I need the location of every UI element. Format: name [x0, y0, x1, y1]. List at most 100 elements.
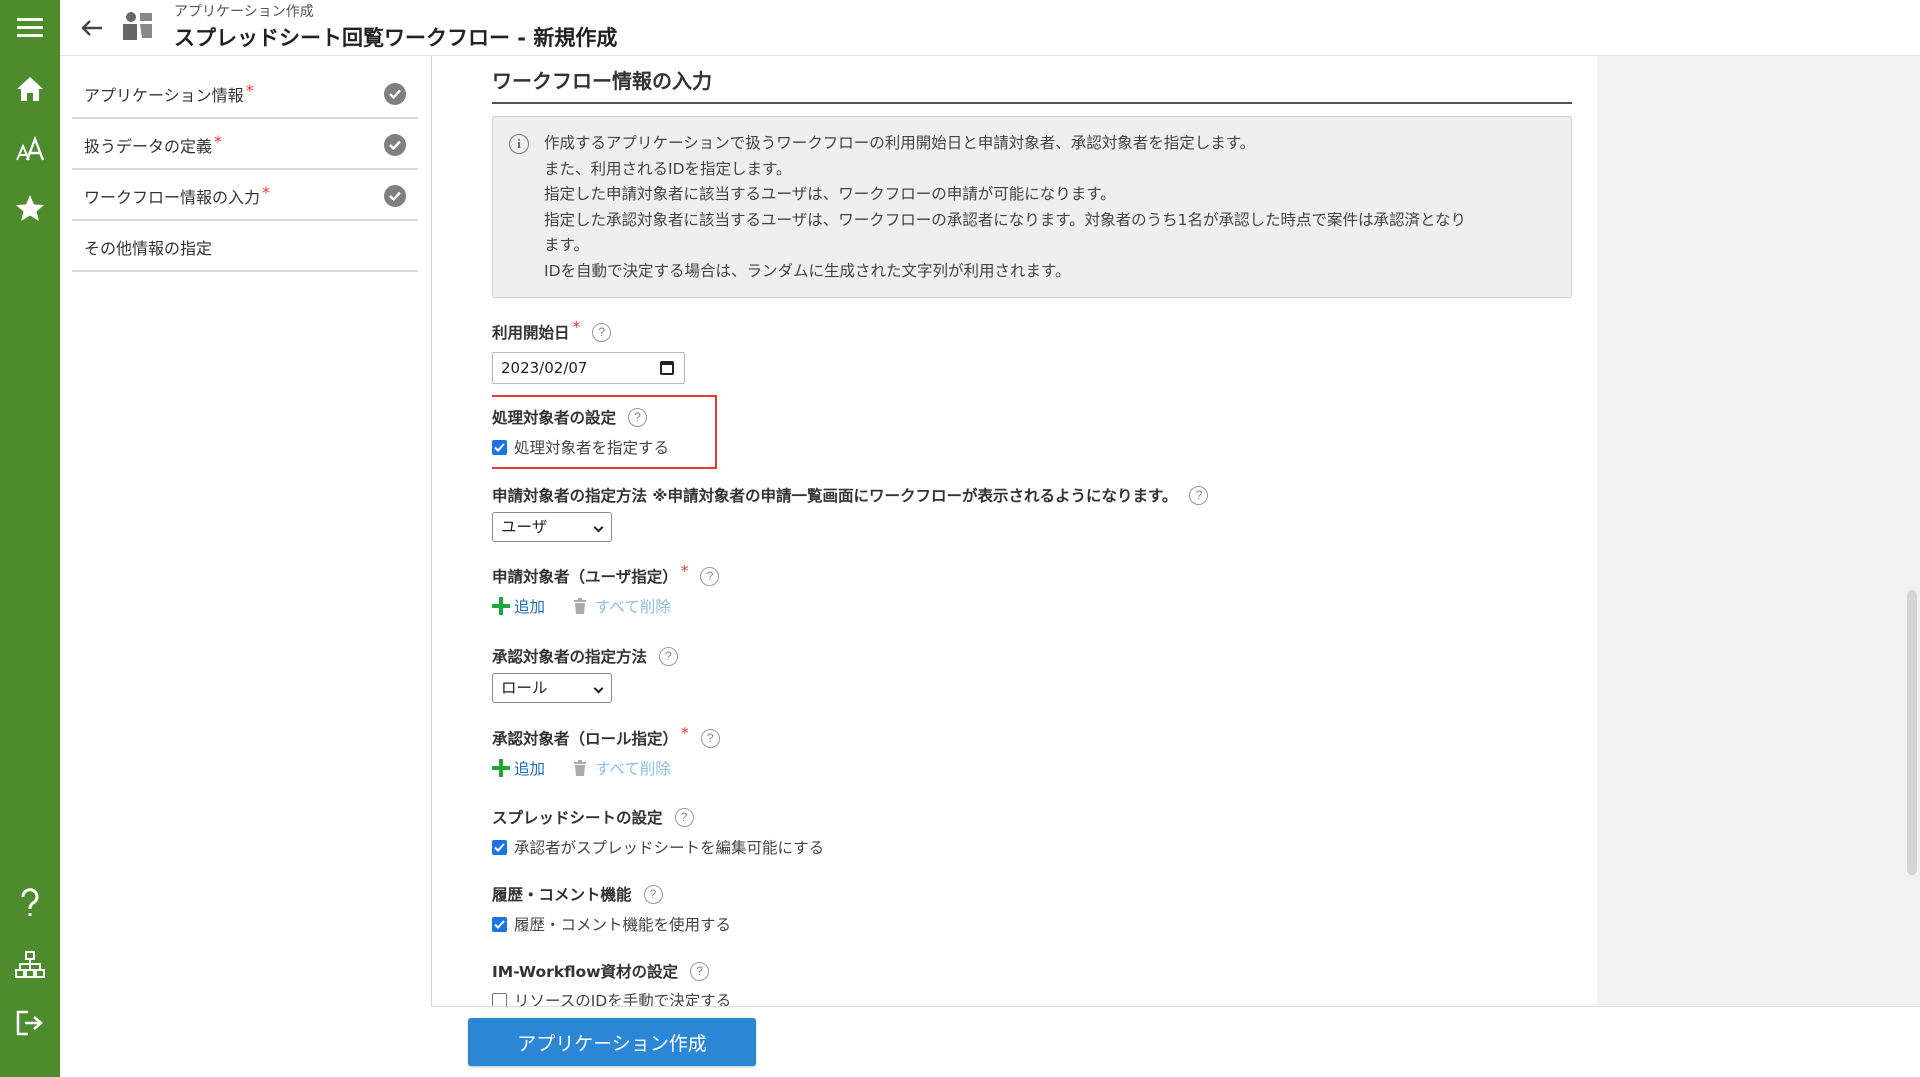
required-mark: *: [214, 132, 223, 151]
required-mark: *: [262, 183, 271, 202]
create-application-button[interactable]: アプリケーション作成: [468, 1018, 756, 1066]
chevron-down-icon: [593, 683, 604, 694]
help-icon[interactable]: ?: [643, 884, 663, 904]
step-workflow-info[interactable]: ワークフロー情報の入力 *: [72, 170, 418, 221]
check-circle-icon: [384, 185, 406, 207]
plus-icon: [492, 597, 510, 615]
info-line: IDを自動で決定する場合は、ランダムに生成された文字列が利用されます。: [544, 261, 1071, 280]
applicant-method-label: 申請対象者の指定方法 ※申請対象者の申請一覧画面にワークフローが表示されるように…: [492, 484, 1209, 506]
app-header: アプリケーション作成 スプレッドシート回覧ワークフロー - 新規作成: [60, 0, 1920, 56]
help-icon[interactable]: ?: [628, 407, 648, 427]
help-icon[interactable]: ?: [690, 961, 710, 981]
help-icon[interactable]: ?: [1189, 485, 1209, 505]
help-icon[interactable]: ?: [700, 566, 720, 586]
right-margin: [1597, 56, 1920, 1006]
info-icon: i: [509, 134, 529, 154]
checkbox-checked[interactable]: [492, 916, 507, 932]
approver-actions: 追加 すべて削除: [492, 757, 671, 779]
field-label-text: 履歴・コメント機能: [492, 886, 632, 904]
step-other-info[interactable]: その他情報の指定: [72, 221, 418, 272]
help-icon[interactable]: ?: [659, 646, 679, 666]
step-label: その他情報の指定: [84, 239, 213, 258]
left-rail: [0, 0, 60, 1077]
step-data-definition[interactable]: 扱うデータの定義 *: [72, 119, 418, 170]
home-icon[interactable]: [0, 64, 60, 114]
step-app-info[interactable]: アプリケーション情報 *: [72, 68, 418, 119]
help-icon[interactable]: ?: [674, 807, 694, 827]
scrollbar[interactable]: [1907, 590, 1917, 875]
approver-method-select[interactable]: ロール: [492, 673, 612, 703]
checkbox-unchecked[interactable]: [492, 992, 507, 1006]
help-icon[interactable]: ?: [700, 728, 720, 748]
trash-icon: [574, 760, 587, 776]
calendar-icon[interactable]: [660, 361, 674, 375]
step-label: アプリケーション情報: [84, 86, 244, 105]
back-arrow-icon[interactable]: [76, 12, 108, 44]
im-workflow-label: IM-Workflow資材の設定?: [492, 960, 710, 982]
add-label: 追加: [514, 598, 546, 616]
spreadsheet-setting-label: スプレッドシートの設定?: [492, 806, 694, 828]
checkbox-label: リソースのIDを手動で決定する: [514, 992, 732, 1006]
approver-method-label: 承認対象者の指定方法?: [492, 645, 679, 667]
info-line: また、利用されるIDを指定します。: [544, 159, 792, 178]
sitemap-icon[interactable]: [0, 940, 60, 990]
info-text: 作成するアプリケーションで扱うワークフローの利用開始日と申請対象者、承認対象者を…: [544, 131, 1466, 284]
info-line: 指定した承認対象者に該当するユーザは、ワークフローの承認者になります。対象者のう…: [544, 210, 1467, 229]
app-builder-icon: [120, 8, 156, 44]
im-workflow-checkbox-row[interactable]: リソースのIDを手動で決定する: [492, 989, 731, 1006]
step-label-wrapper: アプリケーション情報 *: [84, 81, 254, 106]
logout-icon[interactable]: [0, 998, 60, 1048]
checkbox-checked[interactable]: [492, 439, 507, 455]
delete-all-label: すべて削除: [595, 760, 671, 778]
applicant-actions: 追加 すべて削除: [492, 595, 671, 617]
delete-all-label: すべて削除: [595, 598, 671, 616]
history-comment-label: 履歴・コメント機能?: [492, 883, 663, 905]
required-mark: *: [681, 724, 689, 742]
checkbox-checked[interactable]: [492, 839, 507, 855]
add-approver-button[interactable]: 追加: [492, 757, 545, 779]
delete-all-applicants-button[interactable]: すべて削除: [573, 595, 671, 617]
step-navigation: アプリケーション情報 * 扱うデータの定義 * ワークフロー情報の入力 * その他情報…: [72, 68, 418, 272]
chevron-down-icon: [593, 522, 604, 533]
menu-icon[interactable]: [0, 2, 60, 52]
checkbox-label: 履歴・コメント機能を使用する: [514, 916, 732, 934]
page-title: スプレッドシート回覧ワークフロー - 新規作成: [174, 26, 618, 50]
add-applicant-button[interactable]: 追加: [492, 595, 545, 617]
field-label-text: IM-Workflow資材の設定: [492, 963, 679, 981]
field-label-text: 承認対象者の指定方法: [492, 648, 648, 666]
step-label-wrapper: 扱うデータの定義 *: [84, 132, 223, 157]
check-circle-icon: [384, 134, 406, 156]
header-breadcrumb: アプリケーション作成: [174, 4, 314, 20]
help-icon[interactable]: [0, 878, 60, 928]
section-title: ワークフロー情報の入力: [492, 65, 1572, 104]
info-line: 指定した申請対象者に該当するユーザは、ワークフローの申請が可能になります。: [544, 185, 1116, 203]
start-date-label: 利用開始日 *?: [492, 318, 612, 343]
applicant-method-select[interactable]: ユーザ: [492, 512, 612, 542]
info-box: i 作成するアプリケーションで扱うワークフローの利用開始日と申請対象者、承認対象…: [492, 116, 1572, 298]
step-label-wrapper: ワークフロー情報の入力 *: [84, 183, 271, 208]
spreadsheet-checkbox-row[interactable]: 承認者がスプレッドシートを編集可能にする: [492, 836, 824, 858]
field-label-text: スプレッドシートの設定: [492, 809, 663, 827]
field-label-text: 申請対象者（ユーザ指定）: [492, 568, 678, 586]
delete-all-approvers-button[interactable]: すべて削除: [573, 757, 671, 779]
help-icon[interactable]: ?: [592, 322, 612, 342]
field-label-text: 申請対象者の指定方法 ※申請対象者の申請一覧画面にワークフローが表示されるように…: [492, 487, 1178, 505]
field-label-text: 承認対象者（ロール指定）: [492, 730, 679, 748]
star-icon[interactable]: [0, 183, 60, 233]
required-mark: *: [680, 562, 689, 580]
form-content: ワークフロー情報の入力 i 作成するアプリケーションで扱うワークフローの利用開始…: [492, 56, 1572, 1006]
processor-checkbox-row[interactable]: 処理対象者を指定する: [492, 436, 669, 458]
add-label: 追加: [514, 760, 546, 778]
footer-bar: アプリケーション作成: [431, 1006, 1920, 1077]
step-label: ワークフロー情報の入力: [84, 188, 261, 207]
select-value: ユーザ: [501, 518, 548, 536]
info-line: ます。: [544, 236, 589, 254]
start-date-input[interactable]: 2023/02/07: [492, 352, 685, 384]
font-size-icon[interactable]: [0, 124, 60, 174]
required-mark: *: [245, 81, 254, 100]
checkbox-label: 承認者がスプレッドシートを編集可能にする: [514, 839, 825, 857]
plus-icon: [492, 759, 510, 777]
trash-icon: [574, 598, 587, 614]
history-checkbox-row[interactable]: 履歴・コメント機能を使用する: [492, 913, 731, 935]
field-label-text: 利用開始日: [492, 324, 570, 342]
